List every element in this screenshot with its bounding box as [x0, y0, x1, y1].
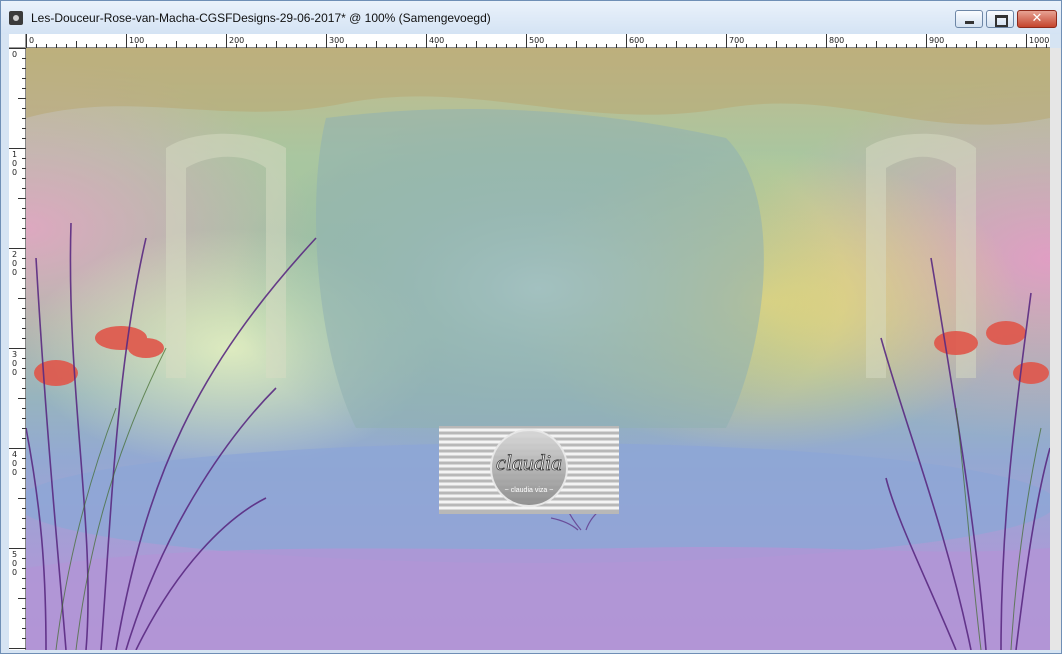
window-left-frame	[1, 34, 9, 653]
ruler-label: 2	[12, 250, 17, 259]
image-canvas[interactable]: claudia ~ claudia viza ~	[26, 48, 1050, 650]
horizontal-ruler-ticks: 0 100 200 300 400 500 600 700 800 900 1000	[26, 34, 1049, 48]
ruler-label: 0	[12, 468, 17, 477]
ruler-label: 0	[12, 268, 17, 277]
ruler-label: 0	[29, 36, 34, 45]
maximize-icon	[995, 15, 1008, 27]
app-icon[interactable]	[9, 11, 23, 25]
ruler-label: 0	[12, 168, 17, 177]
ruler-label: 700	[729, 36, 744, 45]
ruler-label: 0	[12, 568, 17, 577]
ruler-label: 200	[229, 36, 244, 45]
vertical-ruler[interactable]: 0100200300400500	[9, 48, 26, 650]
minimize-button[interactable]	[955, 10, 983, 28]
window-title: Les-Douceur-Rose-van-Macha-CGSFDesigns-2…	[31, 11, 491, 25]
ruler-label: 300	[329, 36, 344, 45]
ruler-label: 0	[12, 368, 17, 377]
ruler-label: 500	[529, 36, 544, 45]
horizontal-ruler[interactable]: 0 100 200 300 400 500 600 700 800 900 1000	[26, 34, 1050, 48]
ruler-label: 0	[12, 50, 17, 59]
ruler-label: 900	[929, 36, 944, 45]
watermark-subtext: ~ claudia viza ~	[505, 487, 554, 494]
title-bar[interactable]: Les-Douceur-Rose-van-Macha-CGSFDesigns-2…	[1, 1, 1061, 34]
ruler-label: 4	[12, 450, 17, 459]
ruler-label: 3	[12, 350, 17, 359]
watermark-text: claudia	[496, 450, 562, 475]
ruler-label: 1000	[1029, 36, 1049, 45]
ruler-label: 1	[12, 150, 17, 159]
minimize-icon	[965, 21, 974, 24]
ruler-label: 600	[629, 36, 644, 45]
ruler-corner[interactable]	[9, 34, 26, 48]
artwork-image	[26, 48, 1050, 650]
ruler-label: 5	[12, 550, 17, 559]
ruler-label: 100	[129, 36, 144, 45]
close-button[interactable]: ✕	[1017, 10, 1057, 28]
close-icon: ✕	[1031, 11, 1043, 26]
watermark: claudia ~ claudia viza ~	[439, 426, 619, 514]
ruler-label: 0	[12, 559, 17, 568]
vertical-scrollbar[interactable]	[1050, 48, 1061, 650]
ruler-label: 0	[12, 159, 17, 168]
ruler-label: 0	[12, 359, 17, 368]
ruler-label: 0	[12, 459, 17, 468]
ruler-label: 800	[829, 36, 844, 45]
app-window: Les-Douceur-Rose-van-Macha-CGSFDesigns-2…	[0, 0, 1062, 654]
ruler-label: 0	[12, 259, 17, 268]
ruler-label: 400	[429, 36, 444, 45]
maximize-button[interactable]	[986, 10, 1014, 28]
vertical-ruler-ticks: 0100200300400500	[9, 48, 26, 649]
